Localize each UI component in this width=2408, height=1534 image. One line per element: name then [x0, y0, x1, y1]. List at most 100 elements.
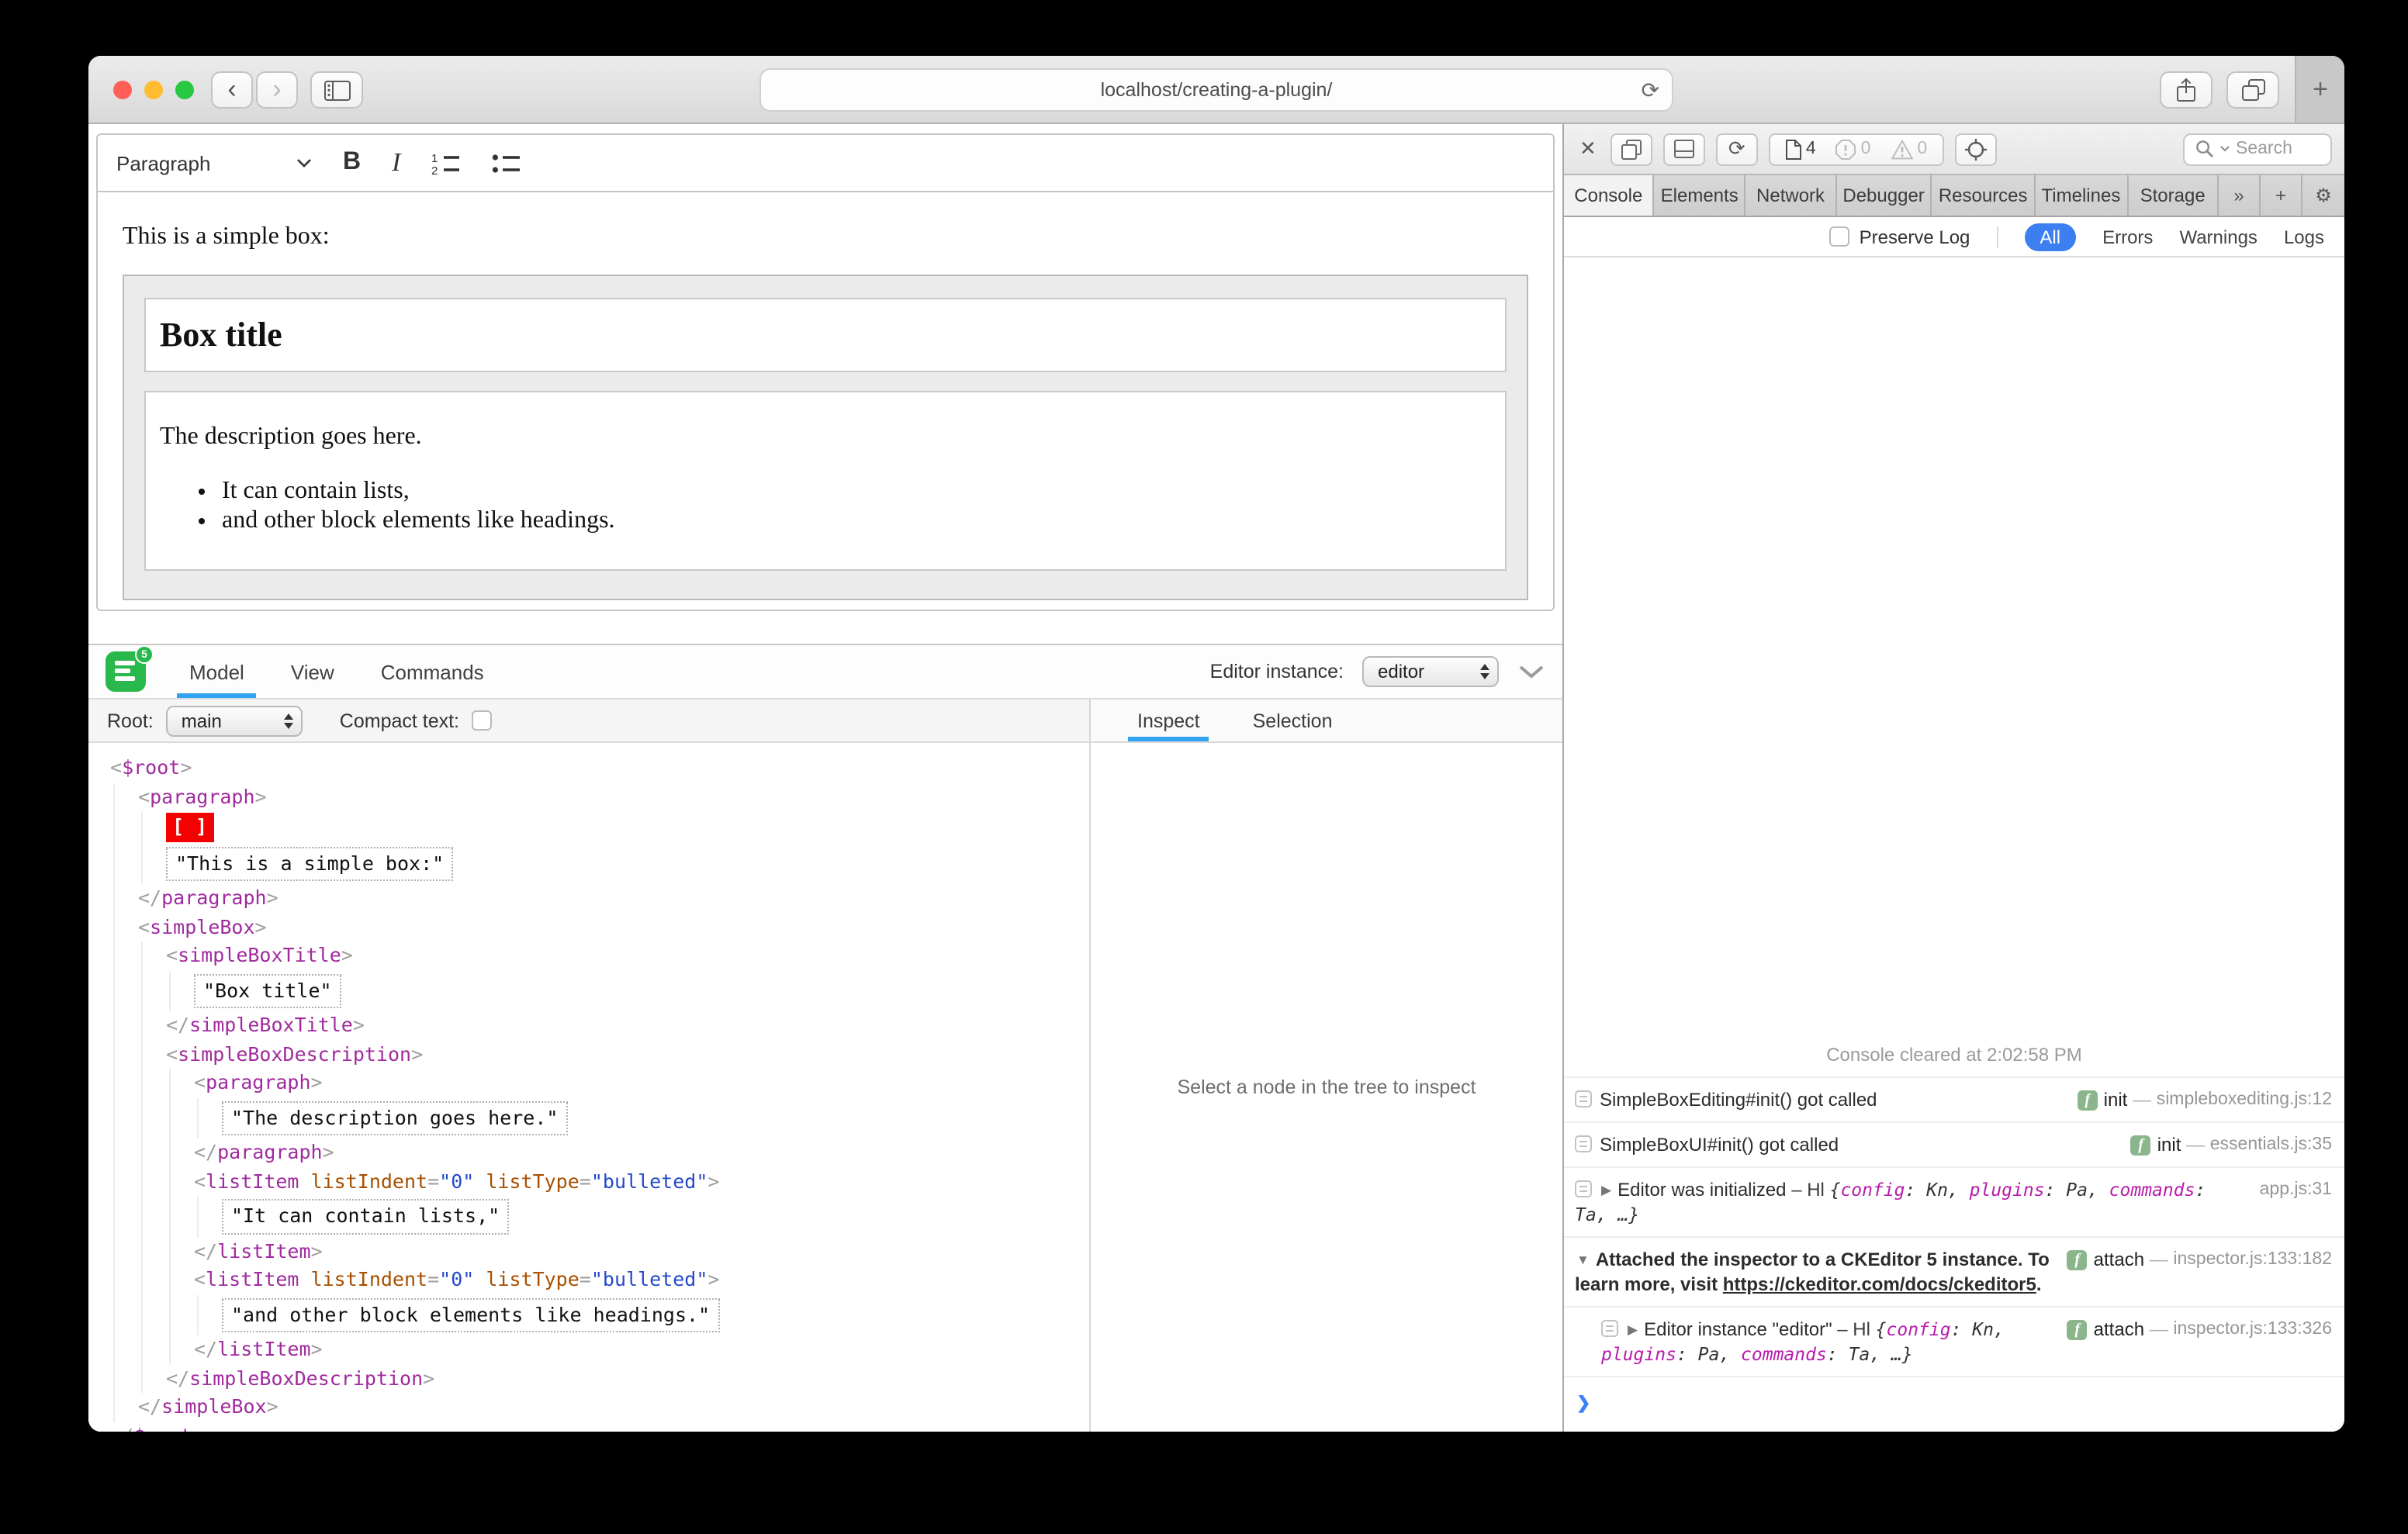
empty-state-message: Select a node in the tree to inspect	[1177, 1076, 1476, 1098]
model-tree-node[interactable]: <paragraph>	[88, 1069, 1089, 1097]
model-tree-node[interactable]: <paragraph>	[88, 783, 1089, 811]
compact-text-checkbox[interactable]	[472, 710, 493, 731]
source-location[interactable]: essentials.js:35	[2210, 1132, 2332, 1157]
new-tab-button[interactable]: +	[2295, 56, 2344, 123]
settings-gear-icon[interactable]: ⚙	[2302, 175, 2344, 216]
tabs-icon	[2241, 79, 2264, 101]
list-item: It can contain lists,	[222, 476, 1491, 506]
model-tree-node[interactable]: [ ]	[88, 811, 1089, 843]
model-tree-node[interactable]: "This is a simple box:"	[88, 843, 1089, 884]
add-tab-button[interactable]: +	[2261, 175, 2302, 216]
description-text: The description goes here.	[160, 423, 422, 450]
model-tree-node[interactable]: <simpleBox>	[88, 913, 1089, 941]
tabs-overflow-button[interactable]: »	[2219, 175, 2261, 216]
warning-count[interactable]: 0	[1891, 139, 1927, 159]
model-tree-node[interactable]: </$root>	[88, 1422, 1089, 1432]
node-panel-tab-selection[interactable]: Selection	[1253, 710, 1333, 741]
page-resource-count[interactable]: 4	[1785, 139, 1816, 159]
disclosure-triangle-icon[interactable]: ▶	[1601, 1182, 1611, 1197]
numbered-list-button[interactable]: 1 2	[431, 151, 461, 174]
console-filter-bar: Preserve Log All Errors Warnings Logs	[1564, 217, 2344, 257]
error-count[interactable]: 0	[1835, 139, 1870, 159]
model-tree-node[interactable]: <listItem listIndent="0" listType="bulle…	[88, 1167, 1089, 1196]
console-row[interactable]: f init — essentials.js:35 SimpleBoxUI#init…	[1564, 1121, 2344, 1166]
preserve-log-checkbox[interactable]	[1829, 226, 1850, 247]
model-tree-node[interactable]: <simpleBoxTitle>	[88, 941, 1089, 970]
node-panel-tab-inspect[interactable]: Inspect	[1127, 710, 1210, 741]
reload-page-button[interactable]: ⟳	[1715, 133, 1758, 165]
reload-icon[interactable]: ⟳	[1642, 77, 1659, 103]
bulleted-list-button[interactable]	[492, 151, 521, 174]
inspector-tab-commands[interactable]: Commands	[381, 645, 484, 698]
source-location[interactable]: inspector.js:133:326	[2173, 1317, 2332, 1342]
error-octagon-icon	[1835, 139, 1856, 159]
window-minimize-button[interactable]	[144, 81, 163, 99]
console-scope-logs[interactable]: Logs	[2284, 226, 2324, 247]
close-inspector-button[interactable]: ✕	[1579, 136, 1597, 161]
devtools-tab-network[interactable]: Network	[1746, 175, 1837, 216]
inspector-tab-view[interactable]: View	[291, 645, 334, 698]
console-row[interactable]: f attach — inspector.js:133:326 ▶ Editor in…	[1564, 1306, 2344, 1376]
forward-button[interactable]: ›	[256, 71, 298, 109]
model-tree-node[interactable]: "It can contain lists,"	[88, 1196, 1089, 1237]
model-tree-node[interactable]: </listItem>	[88, 1335, 1089, 1364]
dock-bottom-button[interactable]	[1662, 133, 1705, 165]
devtools-tab-resources[interactable]: Resources	[1932, 175, 2036, 216]
element-picker-button[interactable]	[1955, 133, 1998, 165]
sidebar-toggle-button[interactable]	[310, 71, 363, 109]
console-row[interactable]: f init — simpleboxediting.js:12 SimpleBoxE…	[1564, 1076, 2344, 1121]
back-button[interactable]: ‹	[211, 71, 253, 109]
devtools-tab-debugger[interactable]: Debugger	[1836, 175, 1932, 216]
simple-box-widget[interactable]: Box title The description goes here. It …	[123, 275, 1528, 600]
model-tree-node[interactable]: </paragraph>	[88, 884, 1089, 913]
source-location[interactable]: inspector.js:133:182	[2173, 1247, 2332, 1272]
share-button[interactable]	[2160, 71, 2213, 109]
model-tree-node[interactable]: <$root>	[88, 754, 1089, 783]
ckeditor: Paragraph B I 1 2 This is a simple box: …	[96, 133, 1555, 611]
editor-content[interactable]: This is a simple box: Box title The desc…	[98, 192, 1553, 610]
simple-box-title[interactable]: Box title	[144, 298, 1507, 372]
collapse-inspector-icon[interactable]	[1517, 664, 1545, 679]
console-scope-errors[interactable]: Errors	[2102, 226, 2153, 247]
inspector-tab-model[interactable]: Model	[176, 645, 258, 698]
model-tree-node[interactable]: </simpleBoxTitle>	[88, 1011, 1089, 1040]
console-row[interactable]: app.js:31 ▶ Editor was initialized – Hl {c…	[1564, 1166, 2344, 1236]
model-tree-node[interactable]: "Box title"	[88, 970, 1089, 1011]
console-row[interactable]: f attach — inspector.js:133:182 ▼ Attached …	[1564, 1236, 2344, 1306]
bold-button[interactable]: B	[343, 149, 361, 177]
console-scope-warnings[interactable]: Warnings	[2179, 226, 2258, 247]
model-tree-node[interactable]: "and other block elements like headings.…	[88, 1294, 1089, 1335]
window-close-button[interactable]	[113, 81, 132, 99]
simple-box-description[interactable]: The description goes here. It can contai…	[144, 391, 1507, 571]
function-badge-icon: f	[2130, 1135, 2151, 1155]
model-tree-node[interactable]: </paragraph>	[88, 1138, 1089, 1167]
list-item: and other block elements like headings.	[222, 506, 1491, 535]
model-tree-node[interactable]: </listItem>	[88, 1237, 1089, 1266]
disclosure-triangle-icon[interactable]: ▼	[1576, 1252, 1590, 1267]
source-location[interactable]: app.js:31	[2260, 1177, 2332, 1202]
root-select[interactable]: main	[165, 705, 303, 736]
undock-button[interactable]	[1610, 133, 1652, 165]
intro-paragraph[interactable]: This is a simple box:	[123, 223, 1528, 251]
italic-button[interactable]: I	[392, 147, 400, 178]
share-icon	[2177, 78, 2195, 102]
tab-overview-button[interactable]	[2226, 71, 2279, 109]
devtools-tab-elements[interactable]: Elements	[1655, 175, 1746, 216]
source-location[interactable]: simpleboxediting.js:12	[2157, 1087, 2332, 1112]
devtools-tab-timelines[interactable]: Timelines	[2036, 175, 2129, 216]
disclosure-triangle-icon[interactable]: ▶	[1628, 1322, 1638, 1337]
address-bar[interactable]: localhost/creating-a-plugin/ ⟳	[759, 68, 1673, 112]
heading-dropdown[interactable]: Paragraph	[116, 151, 312, 174]
devtools-tab-console[interactable]: Console	[1564, 175, 1655, 216]
console-scope-all[interactable]: All	[2024, 223, 2077, 250]
window-zoom-button[interactable]	[175, 81, 194, 99]
model-tree-node[interactable]: <simpleBoxDescription>	[88, 1040, 1089, 1069]
console-prompt[interactable]: ❯	[1564, 1376, 2344, 1432]
search-input[interactable]: Search	[2183, 133, 2332, 165]
model-tree-node[interactable]: <listItem listIndent="0" listType="bulle…	[88, 1266, 1089, 1294]
model-tree-node[interactable]: "The description goes here."	[88, 1097, 1089, 1138]
model-tree-node[interactable]: </simpleBox>	[88, 1393, 1089, 1422]
model-tree-node[interactable]: </simpleBoxDescription>	[88, 1364, 1089, 1393]
devtools-tab-storage[interactable]: Storage	[2128, 175, 2219, 216]
editor-instance-select[interactable]: editor	[1362, 656, 1499, 687]
